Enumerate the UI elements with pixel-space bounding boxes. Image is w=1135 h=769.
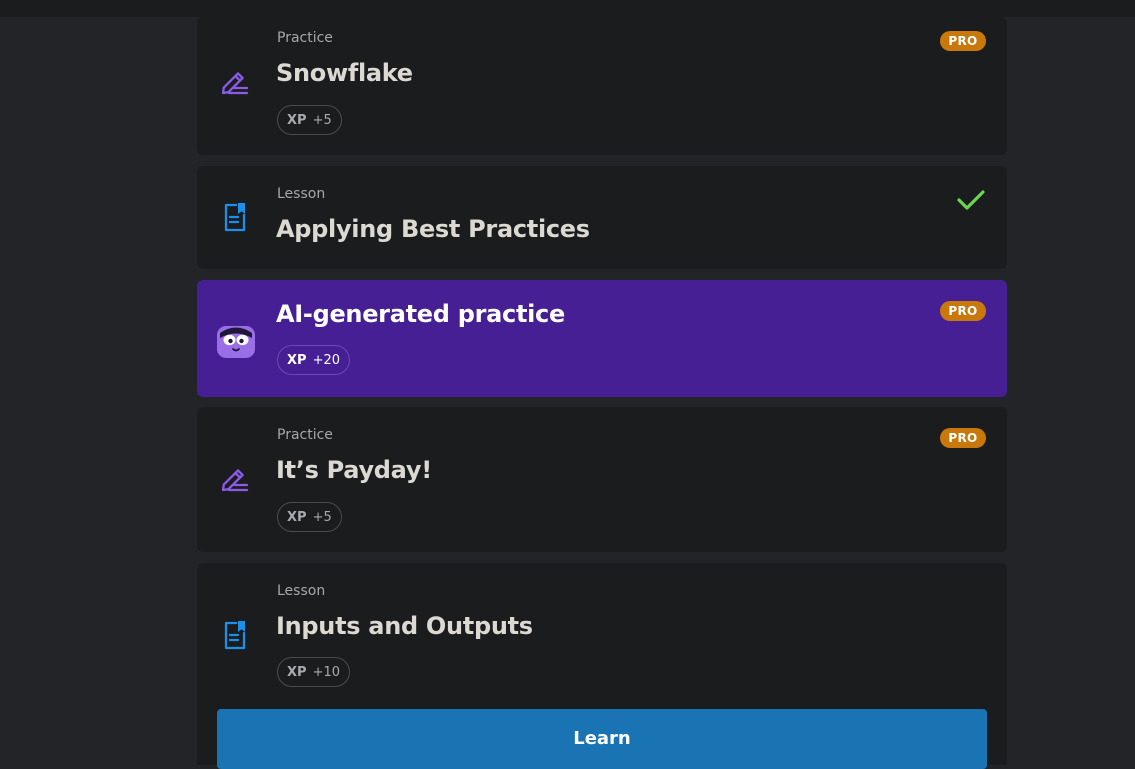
card-type-label: Lesson — [277, 186, 326, 202]
card-title: It’s Payday! — [276, 456, 432, 484]
xp-value: +5 — [312, 112, 332, 128]
xp-label: XP — [287, 112, 307, 128]
xp-pill: XP +5 — [277, 105, 342, 135]
top-bar — [0, 0, 1135, 17]
card-title: Applying Best Practices — [276, 215, 590, 243]
xp-pill: XP +20 — [277, 345, 350, 375]
checkmark-icon — [957, 190, 985, 210]
card-type-label: Practice — [277, 427, 333, 443]
xp-label: XP — [287, 509, 307, 525]
pro-badge: PRO — [940, 301, 986, 321]
card-title: Inputs and Outputs — [276, 612, 533, 640]
card-type-label: Lesson — [277, 583, 326, 599]
pro-badge: PRO — [940, 31, 986, 51]
practice-card-snowflake[interactable]: Practice Snowflake XP +5 PRO — [197, 17, 1007, 155]
ai-mascot-icon — [217, 326, 255, 358]
xp-value: +5 — [312, 509, 332, 525]
lesson-card-applying-best-practices[interactable]: Lesson Applying Best Practices — [197, 166, 1007, 269]
pencil-icon — [221, 72, 249, 95]
card-title: AI-generated practice — [276, 300, 565, 328]
xp-pill: XP +5 — [277, 502, 342, 532]
xp-value: +10 — [312, 664, 340, 680]
pro-badge: PRO — [940, 428, 986, 448]
card-type-label: Practice — [277, 30, 333, 46]
ai-practice-card[interactable]: AI-generated practice XP +20 PRO — [197, 280, 1007, 397]
xp-value: +20 — [312, 352, 340, 368]
pencil-icon — [221, 469, 249, 492]
xp-label: XP — [287, 352, 307, 368]
learn-button[interactable]: Learn — [217, 709, 987, 769]
lesson-icon — [224, 621, 246, 650]
lesson-icon — [224, 203, 246, 232]
xp-label: XP — [287, 664, 307, 680]
practice-card-its-payday[interactable]: Practice It’s Payday! XP +5 PRO — [197, 407, 1007, 552]
xp-pill: XP +10 — [277, 657, 350, 687]
card-title: Snowflake — [276, 59, 413, 87]
